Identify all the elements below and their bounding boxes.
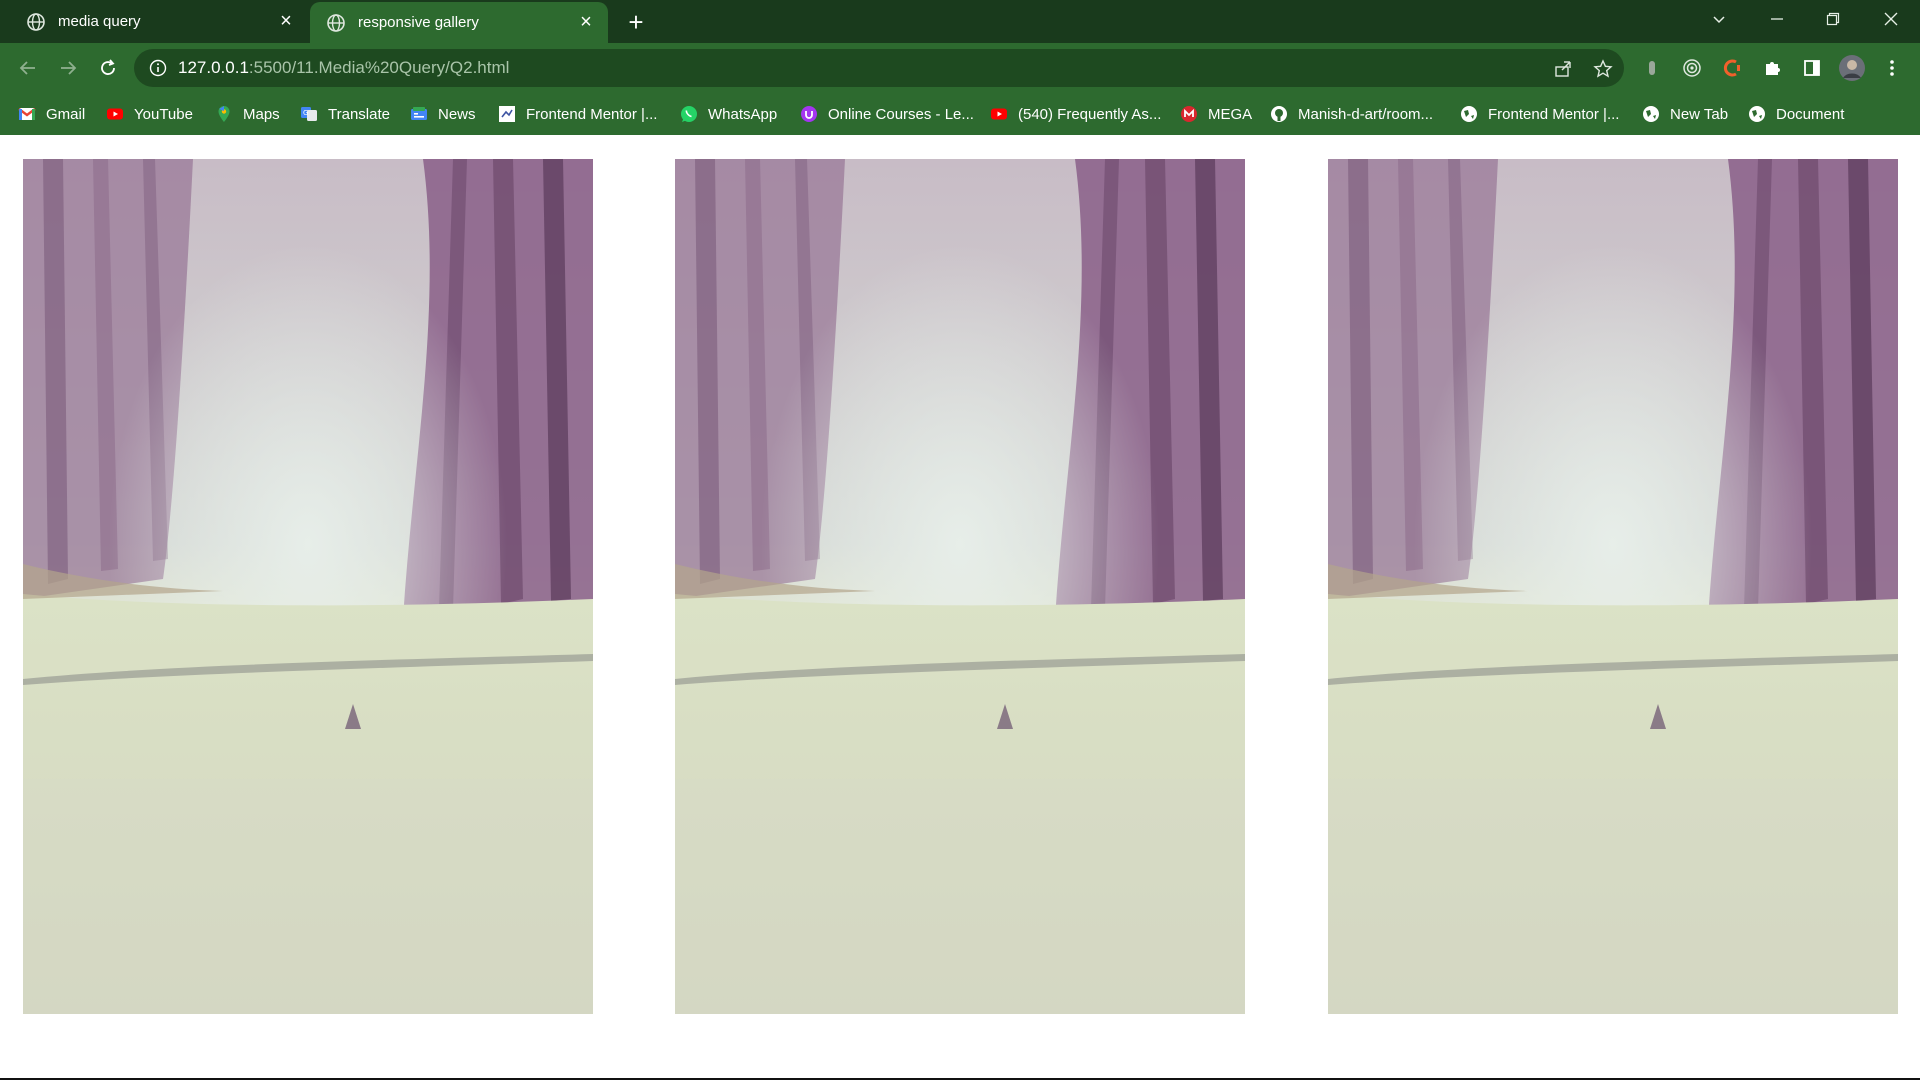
side-panel-icon xyxy=(1804,60,1820,76)
whatsapp-icon xyxy=(681,106,697,122)
bookmark-whatsapp[interactable]: WhatsApp xyxy=(680,101,777,127)
udemy-icon xyxy=(801,106,817,122)
avatar xyxy=(1839,55,1865,81)
address-bar[interactable]: 127.0.0.1:5500/11.Media%20Query/Q2.html xyxy=(134,49,1624,87)
extension-button[interactable] xyxy=(1676,52,1708,84)
bookmark-label: YouTube xyxy=(134,105,193,123)
bookmark-udemy[interactable]: Online Courses - Le... xyxy=(800,101,974,127)
gallery-image xyxy=(23,159,593,1014)
bookmark-label: Frontend Mentor |... xyxy=(526,105,658,123)
profile-button[interactable] xyxy=(1836,52,1868,84)
bookmark-document[interactable]: Document xyxy=(1748,101,1844,127)
url-host: 127.0.0.1 xyxy=(178,58,249,77)
mega-icon xyxy=(1181,106,1197,122)
bookmark-label: MEGA xyxy=(1208,105,1253,123)
browser-toolbar: 127.0.0.1:5500/11.Media%20Query/Q2.html xyxy=(0,43,1920,93)
translate-icon: G xyxy=(301,107,317,121)
bookmark-label: Frontend Mentor |... xyxy=(1488,105,1620,123)
bookmark-label: Translate xyxy=(328,105,390,123)
youtube-icon xyxy=(107,108,123,120)
bookmark-youtube[interactable]: YouTube xyxy=(106,101,193,127)
globe-icon xyxy=(1643,106,1659,122)
minimize-button[interactable] xyxy=(1752,0,1802,38)
restore-button[interactable] xyxy=(1808,0,1858,38)
page-content xyxy=(0,135,1920,1080)
side-panel-button[interactable] xyxy=(1796,52,1828,84)
menu-button[interactable] xyxy=(1876,52,1908,84)
extension-button[interactable] xyxy=(1716,52,1748,84)
chevron-down-icon xyxy=(1713,16,1725,24)
arrow-right-icon xyxy=(61,61,77,75)
more-vert-icon xyxy=(1890,60,1894,76)
bookmark-news[interactable]: News xyxy=(410,101,476,127)
extensions-button[interactable] xyxy=(1756,52,1788,84)
bookmark-star-button[interactable] xyxy=(1592,58,1614,80)
gallery-image xyxy=(1328,159,1898,1014)
forward-button[interactable] xyxy=(52,52,84,84)
tab-strip: media query × responsive gallery × + xyxy=(0,0,1920,43)
restore-icon xyxy=(1826,12,1840,26)
tab-media-query[interactable]: media query × xyxy=(10,0,308,43)
tab-responsive-gallery[interactable]: responsive gallery × xyxy=(310,2,608,43)
globe-icon xyxy=(1461,106,1477,122)
arrow-left-icon xyxy=(19,61,35,75)
maps-icon xyxy=(218,106,230,122)
news-icon xyxy=(411,107,427,120)
tab-title: media query xyxy=(58,13,141,30)
share-button[interactable] xyxy=(1552,58,1574,80)
reload-icon xyxy=(101,59,115,75)
bookmark-frontend-mentor-2[interactable]: Frontend Mentor |... xyxy=(1460,101,1619,127)
url-text: 127.0.0.1:5500/11.Media%20Query/Q2.html xyxy=(178,58,509,78)
bookmark-github[interactable]: Manish-d-art/room... xyxy=(1270,101,1433,127)
tab-title: responsive gallery xyxy=(358,14,479,31)
github-icon xyxy=(1271,106,1287,122)
frontend-mentor-icon xyxy=(499,106,515,122)
reload-button[interactable] xyxy=(92,52,124,84)
bookmark-new-tab[interactable]: New Tab xyxy=(1642,101,1728,127)
extension-button[interactable] xyxy=(1636,52,1668,84)
star-icon xyxy=(1593,59,1613,78)
back-button[interactable] xyxy=(12,52,44,84)
bookmark-frontend-mentor[interactable]: Frontend Mentor |... xyxy=(498,101,657,127)
bookmark-label: New Tab xyxy=(1670,105,1729,123)
bookmark-label: Maps xyxy=(243,105,280,123)
bookmark-label: Online Courses - Le... xyxy=(828,105,974,123)
bookmark-label: Gmail xyxy=(46,105,86,123)
bookmark-label: WhatsApp xyxy=(708,105,778,123)
bookmark-youtube-video[interactable]: (540) Frequently As... xyxy=(990,101,1161,127)
gallery-image xyxy=(675,159,1245,1014)
bookmark-translate[interactable]: G Translate xyxy=(300,101,390,127)
svg-text:G: G xyxy=(303,109,308,117)
close-icon xyxy=(1884,12,1898,26)
bookmark-label: Manish-d-art/room... xyxy=(1298,105,1434,123)
gmail-icon xyxy=(18,108,36,120)
info-icon[interactable] xyxy=(148,58,168,78)
share-icon xyxy=(1555,61,1571,77)
globe-icon xyxy=(27,12,45,31)
puzzle-icon xyxy=(1766,62,1780,75)
bookmark-label: (540) Frequently As... xyxy=(1018,105,1162,123)
bookmark-label: News xyxy=(438,105,476,123)
bookmarks-bar: Gmail YouTube Maps G Translate News Fron… xyxy=(0,93,1920,135)
youtube-icon xyxy=(991,108,1007,120)
extension-c-icon xyxy=(1723,59,1740,77)
tab-search-button[interactable] xyxy=(1694,0,1744,38)
globe-icon xyxy=(1749,106,1765,122)
new-tab-button[interactable]: + xyxy=(620,7,652,37)
tab-close-icon[interactable]: × xyxy=(274,10,298,34)
extension-dot-icon xyxy=(1649,61,1655,75)
bookmark-mega[interactable]: MEGA xyxy=(1180,101,1252,127)
bookmark-gmail[interactable]: Gmail xyxy=(18,101,85,127)
minimize-icon xyxy=(1771,18,1783,20)
bookmark-maps[interactable]: Maps xyxy=(215,101,280,127)
window-close-button[interactable] xyxy=(1866,0,1916,38)
target-icon xyxy=(1683,59,1701,77)
globe-icon xyxy=(327,13,345,32)
bookmark-label: Document xyxy=(1776,105,1845,123)
tab-close-icon[interactable]: × xyxy=(574,11,598,35)
url-path: :5500/11.Media%20Query/Q2.html xyxy=(248,58,510,77)
